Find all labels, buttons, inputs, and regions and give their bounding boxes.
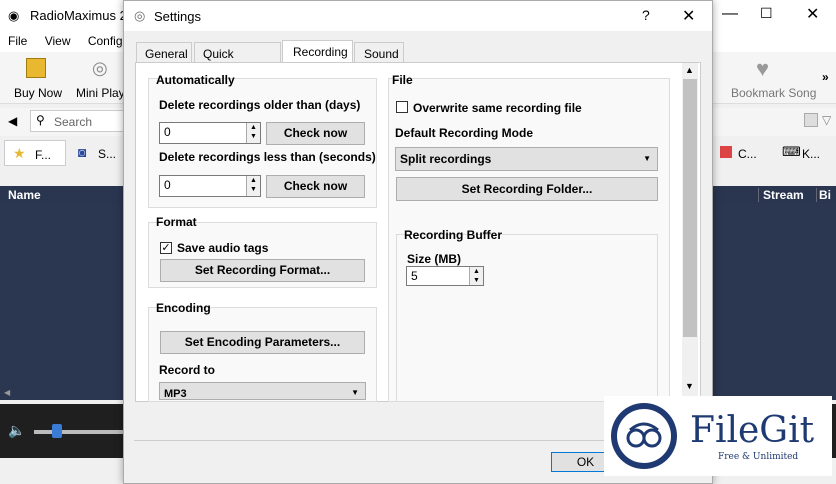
calendar-icon	[720, 146, 732, 158]
check-now-button-2[interactable]: Check now	[266, 175, 365, 198]
save-audio-tags-label: Save audio tags	[177, 241, 269, 255]
buffer-size-value: 5	[411, 269, 418, 283]
check-now-button-1[interactable]: Check now	[266, 122, 365, 145]
filegit-watermark: FileGit Free & Unlimited	[604, 396, 832, 476]
volume-slider-track[interactable]	[34, 430, 124, 434]
default-mode-dropdown-icon: ▼	[643, 154, 651, 163]
delete-less-spinner[interactable]: ▲ ▼	[246, 176, 260, 196]
back-icon[interactable]: ◀	[8, 114, 17, 128]
settings-icon: ◎	[134, 8, 146, 23]
tab-sound[interactable]: Sound	[354, 42, 404, 62]
menu-file[interactable]: File	[8, 34, 27, 48]
tab-label-calendar: C...	[738, 147, 757, 161]
automatically-heading: Automatically	[156, 73, 235, 87]
record-to-label: Record to	[159, 363, 216, 377]
set-encoding-parameters-button[interactable]: Set Encoding Parameters...	[160, 331, 365, 354]
delete-older-label: Delete recordings older than (days)	[159, 98, 361, 112]
tab-label-stations: S...	[98, 147, 117, 161]
radio-icon: ◙	[78, 144, 87, 160]
delete-older-spinner[interactable]: ▲ ▼	[246, 123, 260, 143]
default-mode-label: Default Recording Mode	[395, 126, 534, 140]
tab-sound-label: Sound	[364, 47, 399, 61]
filegit-tagline: Free & Unlimited	[718, 452, 799, 462]
heart-icon: ♥	[756, 56, 770, 81]
buffer-size-spinner[interactable]: ▲ ▼	[469, 267, 483, 285]
dialog-title: Settings	[154, 9, 201, 24]
delete-older-value: 0	[164, 125, 171, 139]
file-heading: File	[392, 73, 413, 87]
volume-slider-handle[interactable]	[52, 424, 62, 438]
record-to-value: MP3	[164, 388, 187, 400]
tab-recording[interactable]: Recording	[282, 40, 353, 63]
tab-label-keyboard: K...	[802, 147, 821, 161]
column-name[interactable]: Name	[8, 188, 41, 202]
dialog-titlebar: ◎ Settings ? ✕	[124, 1, 712, 31]
close-icon[interactable]: ✕	[806, 4, 819, 24]
more-icon[interactable]: »	[822, 70, 829, 84]
tab-general[interactable]: General	[136, 42, 192, 62]
scroll-up-icon[interactable]: ▲	[685, 65, 694, 75]
maximize-icon[interactable]: ☐	[760, 5, 773, 22]
menu-view[interactable]: View	[45, 34, 71, 48]
default-mode-select[interactable]: Split recordings ▼	[395, 147, 658, 171]
filegit-brand: FileGit	[690, 410, 815, 451]
filter-icon[interactable]: ▽	[822, 113, 831, 127]
delete-less-label: Delete recordings less than (seconds)	[159, 150, 376, 164]
list-scroll-left-icon[interactable]: ◀	[4, 388, 10, 397]
buffer-size-field[interactable]: 5 ▲ ▼	[406, 266, 484, 286]
volume-icon[interactable]: 🔈	[8, 422, 25, 439]
column-bitrate[interactable]: Bi	[816, 188, 831, 202]
favorites-tab[interactable]: ★ F...	[4, 140, 66, 166]
set-recording-format-button[interactable]: Set Recording Format...	[160, 259, 365, 282]
overwrite-checkbox[interactable]	[396, 101, 408, 113]
app-icon: ◉	[8, 8, 20, 23]
delete-less-field[interactable]: 0 ▲ ▼	[159, 175, 261, 197]
set-recording-folder-button[interactable]: Set Recording Folder...	[396, 177, 658, 201]
buy-now-button[interactable]: Buy Now	[14, 86, 62, 100]
delete-older-field[interactable]: 0 ▲ ▼	[159, 122, 261, 144]
search-placeholder: Search	[54, 115, 93, 129]
keyboard-tab[interactable]: ⌨ K...	[776, 140, 832, 166]
tab-label-favorites: F...	[35, 148, 52, 162]
scroll-thumb[interactable]	[683, 79, 697, 337]
tab-recording-label: Recording	[293, 45, 348, 59]
tab-quick-settings[interactable]: Quick Settings	[194, 42, 281, 75]
stations-tab[interactable]: ◙ S...	[70, 140, 122, 166]
keyboard-icon: ⌨	[782, 144, 801, 159]
dialog-close-icon[interactable]: ✕	[682, 6, 695, 26]
delete-less-value: 0	[164, 178, 171, 192]
format-heading: Format	[156, 215, 197, 229]
filegit-logo	[611, 403, 677, 469]
record-to-dropdown-icon: ▼	[351, 388, 359, 397]
recording-buffer-heading: Recording Buffer	[404, 228, 503, 242]
default-mode-value: Split recordings	[400, 152, 492, 166]
save-audio-tags-checkbox[interactable]: ✓	[160, 242, 172, 254]
scroll-down-icon[interactable]: ▼	[685, 381, 694, 391]
tab-general-label: General	[145, 47, 188, 61]
mini-player-icon: ◎	[92, 58, 108, 78]
bookmark-song-button[interactable]: Bookmark Song	[731, 86, 816, 100]
encoding-heading: Encoding	[156, 301, 211, 315]
search-go-icon[interactable]	[804, 113, 818, 127]
app-title: RadioMaximus 2.2	[30, 8, 138, 23]
buy-now-icon	[26, 58, 46, 78]
star-icon: ★	[13, 145, 26, 161]
search-icon: ⚲	[36, 113, 45, 127]
column-stream[interactable]: Stream	[758, 188, 804, 202]
minimize-icon[interactable]: —	[722, 5, 738, 23]
record-to-select[interactable]: MP3 ▼	[159, 382, 366, 400]
help-button[interactable]: ?	[642, 7, 650, 23]
calendar-tab[interactable]: C...	[716, 140, 768, 166]
pane-scrollbar[interactable]: ▲ ▼	[682, 63, 698, 397]
buffer-size-label: Size (MB)	[407, 252, 461, 266]
overwrite-label: Overwrite same recording file	[413, 101, 582, 115]
